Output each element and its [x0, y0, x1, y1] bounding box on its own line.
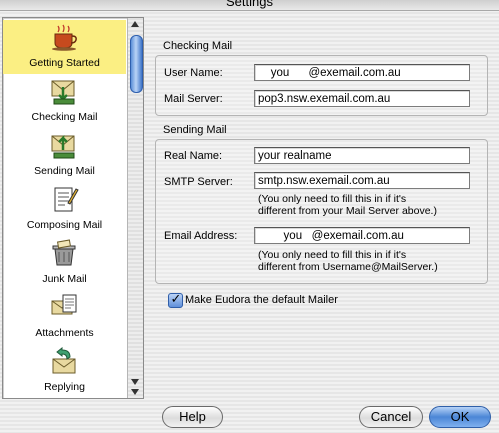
mail-server-field[interactable]: pop3.nsw.exemail.com.au [254, 90, 470, 107]
email-note-line1: (You only need to fill this in if it's [258, 249, 407, 261]
checkmark-icon: ✓ [170, 291, 182, 306]
scroll-down-arrow-icon[interactable] [131, 379, 139, 385]
sidebar-item-replying[interactable]: Replying [3, 344, 126, 398]
mail-server-label: Mail Server: [164, 93, 223, 105]
user-name-field[interactable]: you @exemail.com.au [254, 64, 470, 81]
sidebar-scrollbar[interactable] [127, 18, 143, 398]
email-address-field[interactable]: you @exemail.com.au [254, 227, 470, 244]
sidebar-item-getting-started[interactable]: Getting Started [3, 20, 126, 74]
sending-mail-heading: Sending Mail [163, 124, 227, 136]
sidebar-item-label: Checking Mail [31, 111, 98, 123]
cancel-button[interactable]: Cancel [359, 406, 423, 428]
sidebar-item-label: Junk Mail [42, 273, 87, 285]
default-mailer-label[interactable]: Make Eudora the default Mailer [185, 294, 338, 306]
sidebar-item-label: Sending Mail [34, 165, 95, 177]
sidebar-item-label: Getting Started [29, 57, 100, 69]
sidebar-item-sending-mail[interactable]: Sending Mail [3, 128, 126, 182]
sidebar-item-attachments[interactable]: Attachments [3, 290, 126, 344]
help-button[interactable]: Help [162, 406, 223, 428]
compose-document-icon [54, 187, 79, 212]
real-name-label: Real Name: [164, 150, 223, 162]
scroll-up-arrow-icon[interactable] [131, 21, 139, 27]
smtp-note-line1: (You only need to fill this in if it's [258, 193, 407, 205]
coffee-cup-icon [52, 24, 77, 51]
sidebar-item-label: Attachments [35, 327, 94, 339]
scroll-down-arrow-icon[interactable] [131, 389, 139, 395]
sidebar-item-label: Replying [44, 381, 85, 393]
mail-inbox-icon [51, 80, 75, 105]
smtp-server-label: SMTP Server: [164, 176, 233, 188]
checking-mail-heading: Checking Mail [163, 40, 233, 52]
mail-send-icon [51, 134, 75, 159]
window-title: Settings [226, 0, 273, 9]
attachment-icon [51, 294, 77, 315]
real-name-field[interactable]: your realname [254, 147, 470, 164]
smtp-server-field[interactable]: smtp.nsw.exemail.com.au [254, 172, 470, 189]
ok-button[interactable]: OK [429, 406, 491, 428]
user-name-label: User Name: [164, 67, 223, 79]
smtp-note-line2: different from your Mail Server above.) [258, 205, 437, 217]
default-mailer-checkbox[interactable]: ✓ [168, 291, 183, 308]
email-note-line2: different from Username@MailServer.) [258, 261, 438, 273]
sidebar-item-junk-mail[interactable]: Junk Mail [3, 236, 126, 290]
sidebar-item-composing-mail[interactable]: Composing Mail [3, 182, 126, 236]
settings-sidebar: Getting Started Checking Mail Sending Ma… [2, 17, 144, 399]
email-address-label: Email Address: [164, 230, 238, 242]
trash-can-icon [52, 239, 76, 266]
title-bar: Settings [0, 0, 499, 11]
reply-envelope-icon [52, 347, 76, 374]
sidebar-item-label: Composing Mail [26, 219, 103, 231]
scroll-thumb[interactable] [130, 35, 143, 93]
sidebar-item-checking-mail[interactable]: Checking Mail [3, 74, 126, 128]
